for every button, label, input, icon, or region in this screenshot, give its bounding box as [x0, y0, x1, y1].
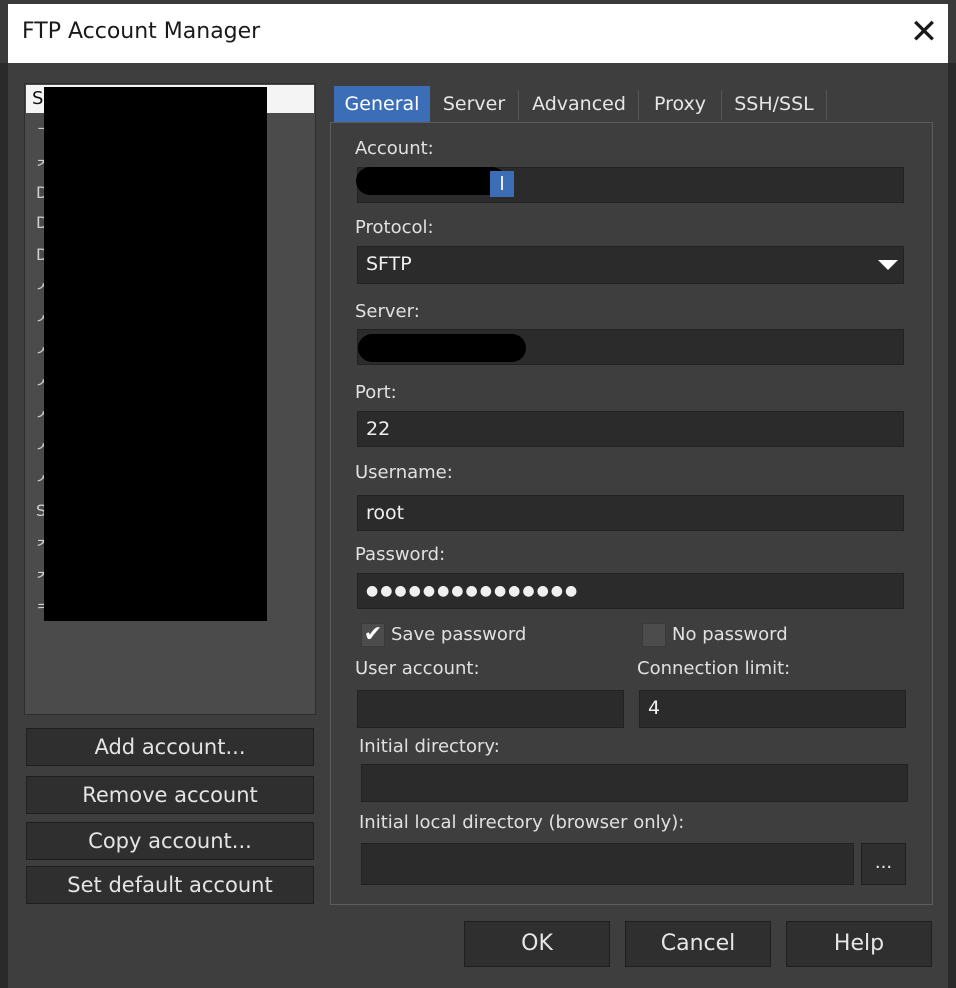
background-window-edge-right [948, 63, 956, 988]
checkmark-icon: ✔ [363, 622, 383, 647]
cancel-button[interactable]: Cancel [625, 921, 771, 967]
redacted-account-value [356, 167, 506, 195]
tab-separator [721, 90, 722, 120]
initial-directory-input[interactable] [361, 764, 908, 802]
initial-local-directory-input[interactable] [361, 843, 854, 885]
initial-directory-label: Initial directory: [359, 736, 500, 757]
no-password-label[interactable]: No password [672, 624, 788, 645]
protocol-select[interactable]: SFTP [357, 246, 904, 284]
tab-ssh-ssl[interactable]: SSH/SSL [724, 86, 824, 122]
remove-account-button[interactable]: Remove account [26, 776, 314, 814]
redaction-block [44, 87, 267, 621]
user-account-label: User account: [355, 658, 480, 679]
account-value-tail: l [490, 171, 514, 197]
protocol-value: SFTP [366, 253, 412, 275]
connection-limit-label: Connection limit: [637, 658, 791, 679]
tab-server[interactable]: Server [432, 86, 516, 122]
protocol-label: Protocol: [355, 217, 434, 238]
chevron-down-icon[interactable] [878, 260, 898, 270]
port-label: Port: [355, 382, 397, 403]
password-input[interactable]: ●●●●●●●●●●●●●●● [357, 573, 904, 609]
no-password-checkbox[interactable] [642, 623, 666, 647]
window-title: FTP Account Manager [22, 19, 261, 44]
account-list-item-label: S [32, 88, 44, 109]
tab-separator [518, 90, 519, 120]
server-label: Server: [355, 301, 420, 322]
redacted-server-value [358, 334, 526, 362]
add-account-button[interactable]: Add account... [26, 728, 314, 766]
tab-separator [638, 90, 639, 120]
save-password-label[interactable]: Save password [391, 624, 526, 645]
tab-separator [826, 90, 827, 120]
close-icon[interactable]: ✕ [904, 12, 944, 52]
browse-button[interactable]: ... [861, 843, 906, 885]
background-window-edge [0, 63, 8, 988]
port-input[interactable]: 22 [357, 411, 904, 447]
tab-proxy[interactable]: Proxy [641, 86, 719, 122]
ok-button[interactable]: OK [464, 921, 610, 967]
connection-limit-input[interactable]: 4 [639, 690, 906, 728]
username-label: Username: [355, 462, 453, 483]
user-account-input[interactable] [357, 690, 624, 728]
initial-local-directory-label: Initial local directory (browser only): [359, 812, 685, 833]
save-password-checkbox[interactable]: ✔ [361, 623, 385, 647]
username-input[interactable]: root [357, 495, 904, 531]
help-button[interactable]: Help [786, 921, 932, 967]
copy-account-button[interactable]: Copy account... [26, 822, 314, 860]
tab-general[interactable]: General [334, 86, 430, 122]
password-label: Password: [355, 544, 446, 565]
set-default-account-button[interactable]: Set default account [26, 866, 314, 904]
account-label: Account: [355, 138, 434, 159]
tab-advanced[interactable]: Advanced [521, 86, 637, 122]
